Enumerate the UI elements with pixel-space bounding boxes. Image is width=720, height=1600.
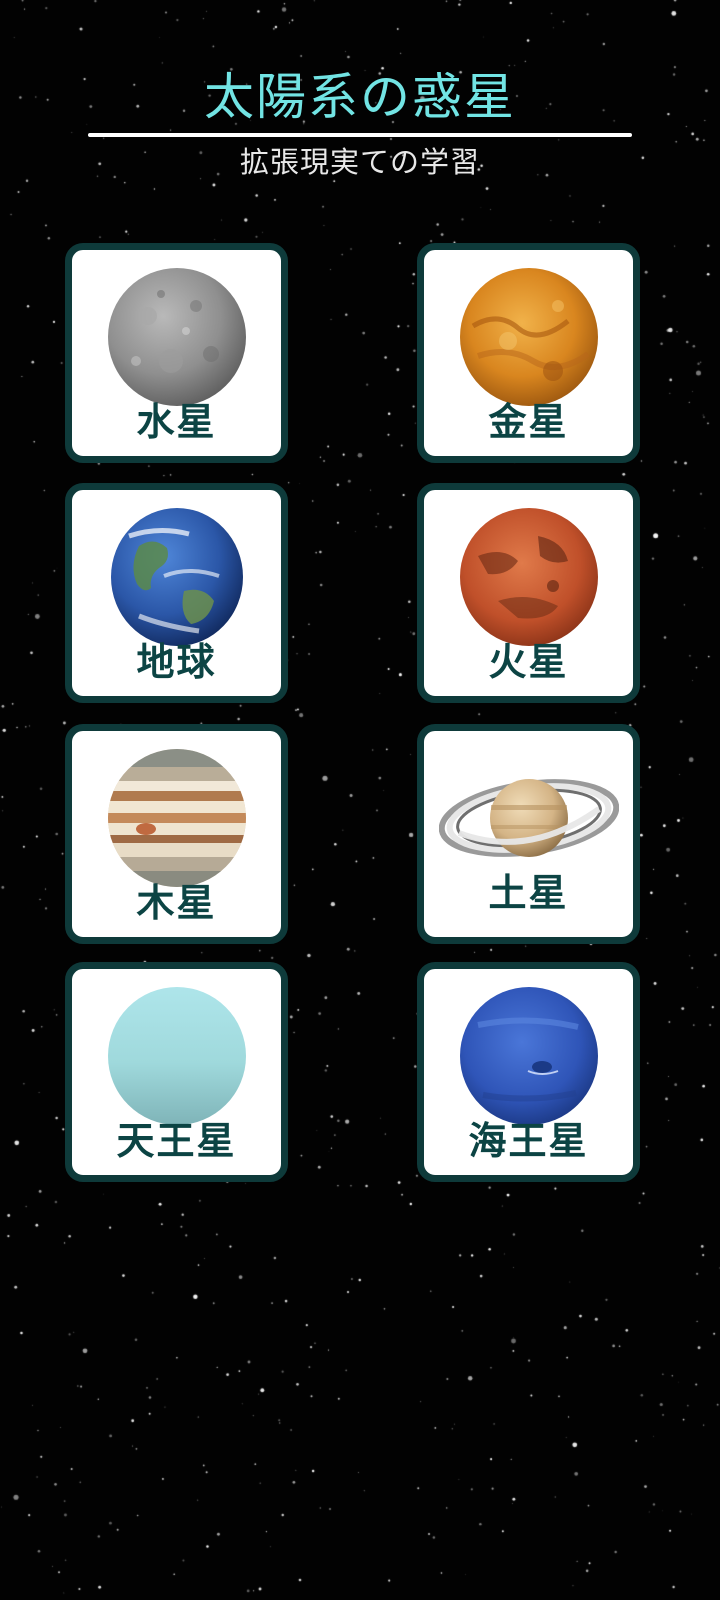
page-subtitle: 拡張現実ての学習 [239,145,480,179]
mars-icon [459,507,598,646]
earth-icon [110,507,243,646]
planet-card-venus[interactable]: 金星 [417,243,640,463]
planet-name-earth: 地球 [136,640,217,684]
planet-card-mercury[interactable]: 水星 [65,243,288,463]
planet-name-neptune: 海王星 [468,1119,589,1163]
planet-name-mars: 火星 [488,640,569,684]
saturn-icon [438,778,619,857]
planet-card-mars[interactable]: 火星 [417,483,640,703]
planet-name-venus: 金星 [488,400,569,444]
planet-name-saturn: 土星 [488,871,569,915]
header: 太陽系の惑星 拡張現実ての学習 [0,0,720,220]
neptune-icon [459,986,598,1125]
mercury-icon [107,267,246,406]
planet-name-jupiter: 木星 [136,881,217,925]
venus-icon [459,267,598,406]
title-divider [88,133,632,137]
planet-card-uranus[interactable]: 天王星 [65,962,288,1182]
planet-card-jupiter[interactable]: 木星 [65,724,288,944]
page-title: 太陽系の惑星 [204,68,516,126]
jupiter-icon [107,748,246,887]
planet-card-neptune[interactable]: 海王星 [417,962,640,1182]
planet-name-mercury: 水星 [136,400,217,444]
planet-card-saturn[interactable]: 土星 [417,724,640,944]
uranus-icon [107,986,246,1125]
planet-name-uranus: 天王星 [116,1119,237,1163]
planet-card-earth[interactable]: 地球 [65,483,288,703]
